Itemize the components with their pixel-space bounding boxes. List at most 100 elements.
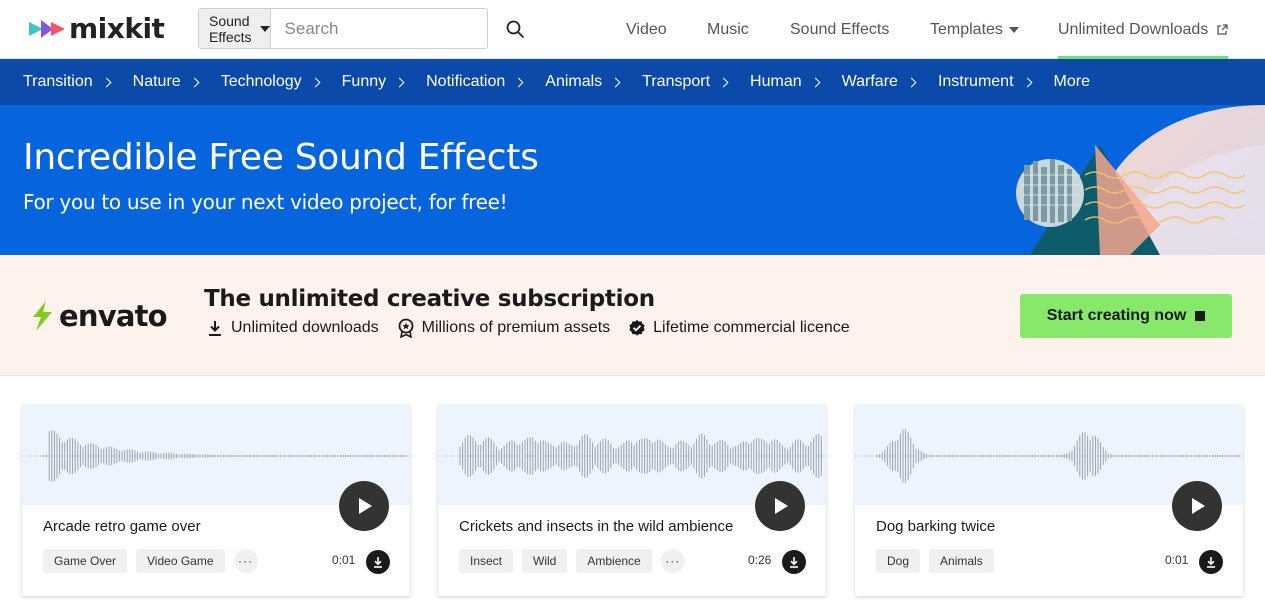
tag[interactable]: Video Game: [136, 549, 225, 573]
feature-unlimited-downloads: Unlimited downloads: [206, 319, 379, 337]
download-icon: [374, 557, 382, 568]
download-icon: [790, 557, 798, 568]
search-input[interactable]: [270, 9, 506, 48]
sound-card[interactable]: Dog barking twice Dog Animals 0:01: [855, 405, 1243, 596]
chevron-right-icon: [513, 77, 524, 87]
play-icon: [775, 498, 788, 514]
nav-unlimited-label: Unlimited Downloads: [1058, 20, 1209, 38]
sound-title[interactable]: Arcade retro game over: [43, 518, 201, 535]
play-button[interactable]: [339, 481, 389, 531]
external-link-icon: [1217, 23, 1228, 35]
download-icon: [209, 321, 221, 336]
duration: 0:01: [1165, 553, 1189, 567]
nav-video[interactable]: Video: [626, 0, 667, 59]
tag[interactable]: Wild: [522, 549, 568, 573]
category-label: Technology: [220, 73, 302, 90]
category-transition[interactable]: Transition: [23, 73, 112, 91]
search-button[interactable]: [506, 9, 524, 48]
category-label: Transport: [642, 73, 711, 90]
category-label: More: [1053, 73, 1090, 90]
category-more[interactable]: More: [1054, 73, 1090, 91]
category-animals[interactable]: Animals: [545, 73, 621, 91]
chevron-right-icon: [906, 77, 917, 87]
feature-label: Lifetime commercial licence: [653, 319, 850, 336]
search-category-select[interactable]: Sound Effects: [199, 9, 271, 48]
nav-music-label: Music: [707, 20, 749, 38]
sound-card[interactable]: Arcade retro game over Game Over Video G…: [22, 405, 410, 596]
category-label: Funny: [341, 73, 387, 90]
nav-templates[interactable]: Templates: [930, 0, 1019, 59]
logo-text: mixkit: [69, 12, 165, 45]
sound-title[interactable]: Crickets and insects in the wild ambienc…: [459, 518, 733, 535]
hero-title: Incredible Free Sound Effects: [23, 137, 539, 178]
sound-title[interactable]: Dog barking twice: [876, 518, 995, 535]
play-icon: [359, 498, 372, 514]
category-label: Warfare: [841, 73, 898, 90]
category-label: Nature: [132, 73, 181, 90]
duration: 0:01: [332, 553, 356, 567]
download-button[interactable]: [1199, 550, 1223, 574]
top-header: mixkit Sound Effects Video Music Sound E…: [0, 0, 1265, 59]
category-technology[interactable]: Technology: [220, 73, 321, 91]
mixkit-logo-icon: [29, 20, 65, 38]
search-icon: [506, 20, 524, 38]
nav-video-label: Video: [626, 20, 667, 38]
category-warfare[interactable]: Warfare: [841, 73, 917, 91]
play-icon: [1192, 498, 1205, 514]
more-tags-button[interactable]: ···: [660, 549, 685, 573]
tag[interactable]: Ambience: [576, 549, 652, 573]
envato-brand-text: envato: [59, 299, 168, 333]
chevron-right-icon: [1022, 77, 1032, 87]
hero-illustration: [1016, 105, 1265, 255]
envato-leaf-icon: [33, 301, 52, 331]
tag-list: Game Over Video Game ···: [43, 549, 258, 573]
nav-unlimited-downloads[interactable]: Unlimited Downloads: [1058, 0, 1229, 59]
caret-down-icon: [1008, 26, 1019, 33]
cta-label: Start creating now: [1046, 307, 1187, 324]
award-icon: [398, 318, 414, 338]
feature-premium-assets: Millions of premium assets: [397, 318, 610, 338]
nav-sound-effects[interactable]: Sound Effects: [790, 0, 889, 59]
category-label: Human: [750, 73, 802, 90]
feature-commercial-licence: Lifetime commercial licence: [628, 319, 850, 337]
category-funny[interactable]: Funny: [341, 73, 405, 91]
more-tags-button[interactable]: ···: [233, 549, 258, 573]
chevron-right-icon: [718, 77, 729, 87]
nav-music[interactable]: Music: [707, 0, 749, 59]
mixkit-logo[interactable]: mixkit: [29, 12, 165, 45]
chevron-right-icon: [810, 77, 821, 87]
play-button[interactable]: [1172, 481, 1222, 531]
download-button[interactable]: [366, 550, 390, 574]
sound-card[interactable]: Crickets and insects in the wild ambienc…: [438, 405, 826, 596]
search-category-label: Sound Effects: [209, 12, 252, 45]
tag[interactable]: Animals: [929, 549, 994, 573]
tag[interactable]: Dog: [876, 549, 921, 573]
category-human[interactable]: Human: [750, 73, 821, 91]
chevron-right-icon: [310, 77, 321, 87]
tag[interactable]: Game Over: [43, 549, 128, 573]
category-label: Instrument: [937, 73, 1014, 90]
hero-banner: Incredible Free Sound Effects For you to…: [0, 105, 1265, 255]
tag-list: Dog Animals: [876, 549, 1003, 573]
chevron-right-icon: [394, 77, 405, 87]
feature-label: Unlimited downloads: [231, 319, 379, 336]
tag[interactable]: Insect: [459, 549, 514, 573]
envato-logo[interactable]: envato: [30, 299, 168, 333]
play-button[interactable]: [755, 481, 805, 531]
download-button[interactable]: [782, 550, 806, 574]
category-transport[interactable]: Transport: [642, 73, 729, 91]
nav-sound-effects-label: Sound Effects: [790, 20, 890, 38]
category-label: Animals: [545, 73, 603, 90]
nav-unlimited-tab: Unlimited Downloads: [1058, 0, 1229, 59]
start-creating-button[interactable]: Start creating now: [1020, 294, 1232, 338]
hero-subtitle: For you to use in your next video projec…: [23, 190, 508, 214]
download-icon: [1207, 557, 1215, 568]
promo-title: The unlimited creative subscription: [204, 286, 655, 312]
duration: 0:26: [748, 553, 772, 567]
chevron-right-icon: [610, 77, 621, 87]
tag-list: Insect Wild Ambience ···: [459, 549, 685, 573]
category-nature[interactable]: Nature: [132, 73, 200, 91]
category-notification[interactable]: Notification: [426, 73, 524, 91]
category-instrument[interactable]: Instrument: [937, 73, 1032, 91]
chevron-right-icon: [101, 77, 112, 87]
